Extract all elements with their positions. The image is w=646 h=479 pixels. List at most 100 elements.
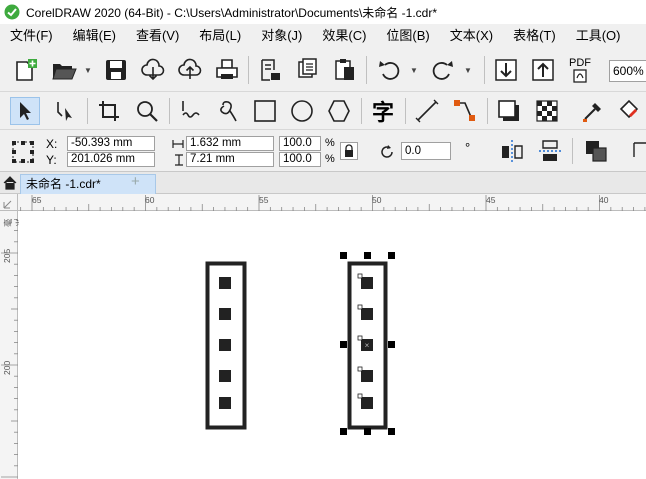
home-icon[interactable]	[3, 176, 17, 190]
drawing-canvas[interactable]: ×	[19, 211, 646, 479]
window-title: CorelDRAW 2020 (64-Bit) - C:\Users\Admin…	[26, 5, 437, 20]
menu-bitmaps[interactable]: 位图(B)	[376, 25, 439, 47]
mirror-horizontal-button[interactable]	[498, 138, 526, 164]
scale-width-field[interactable]: 100.0	[279, 136, 321, 151]
new-document-button[interactable]	[12, 57, 40, 83]
left-square[interactable]	[219, 370, 231, 382]
height-field[interactable]: 7.21 mm	[186, 152, 274, 167]
toolbar-separator	[405, 98, 406, 124]
y-position-field[interactable]: 201.026 mm	[67, 152, 155, 167]
export-arrow-button[interactable]	[529, 57, 557, 83]
freehand-tool-button[interactable]	[176, 97, 206, 125]
selection-handle-left[interactable]	[340, 341, 347, 348]
rotation-angle-field[interactable]: 0.0	[401, 142, 451, 160]
left-square[interactable]	[219, 277, 231, 289]
combine-objects-button[interactable]	[624, 138, 646, 164]
shape-tool-button[interactable]	[50, 97, 80, 125]
horizontal-ruler[interactable]: 65 60 55 50 45 40	[18, 194, 646, 211]
cloud-download-icon	[141, 58, 165, 81]
undo-dropdown-icon[interactable]: ▼	[410, 66, 418, 75]
eyedropper-tool-button[interactable]	[578, 97, 608, 125]
parallel-dimension-tool-button[interactable]	[412, 97, 442, 125]
polygon-tool-button[interactable]	[324, 97, 354, 125]
cloud-upload-button[interactable]	[176, 57, 204, 83]
degree-unit: °	[465, 140, 471, 155]
ruler-label: 65	[32, 195, 42, 205]
print-button[interactable]	[213, 57, 241, 83]
zoom-level-field[interactable]: 600%	[609, 60, 646, 82]
document-tab-label: 未命名 -1.cdr*	[26, 177, 101, 191]
right-square[interactable]	[361, 370, 373, 382]
redo-button[interactable]	[428, 57, 458, 83]
save-button[interactable]	[102, 57, 130, 83]
rectangle-tool-button[interactable]	[250, 97, 280, 125]
redo-dropdown-icon[interactable]: ▼	[464, 66, 472, 75]
ruler-label: 60	[145, 195, 155, 205]
node-marker[interactable]	[357, 335, 363, 341]
group-objects-button[interactable]	[582, 138, 610, 164]
selection-handle-right[interactable]	[388, 341, 395, 348]
cloud-download-button[interactable]	[139, 57, 167, 83]
vertical-ruler[interactable]: 205 200 毫米	[0, 211, 25, 479]
connector-tool-button[interactable]	[450, 97, 480, 125]
menu-view[interactable]: 查看(V)	[126, 25, 189, 47]
ruler-corner[interactable]	[0, 194, 18, 211]
right-square[interactable]	[361, 277, 373, 289]
left-rectangle-group[interactable]	[205, 261, 247, 430]
interactive-fill-tool-button[interactable]	[614, 97, 646, 125]
undo-button[interactable]	[374, 57, 404, 83]
left-square[interactable]	[219, 308, 231, 320]
open-dropdown-icon[interactable]: ▼	[84, 66, 92, 75]
shape-node-icon	[57, 102, 72, 121]
menu-effects[interactable]: 效果(C)	[312, 25, 376, 47]
lock-ratio-button[interactable]	[340, 142, 358, 160]
x-position-field[interactable]: -50.393 mm	[67, 136, 155, 151]
drop-shadow-tool-button[interactable]	[494, 97, 524, 125]
import-button[interactable]	[256, 57, 284, 83]
left-square[interactable]	[219, 339, 231, 351]
pick-tool-button[interactable]	[10, 97, 40, 125]
clipboard-button[interactable]	[331, 57, 359, 83]
right-square[interactable]	[361, 397, 373, 409]
mirror-vertical-button[interactable]	[536, 138, 564, 164]
selection-handle-top-right[interactable]	[388, 252, 395, 259]
menu-edit[interactable]: 编辑(E)	[63, 25, 126, 47]
selection-handle-top[interactable]	[364, 252, 371, 259]
new-document-icon	[16, 59, 37, 81]
ellipse-tool-button[interactable]	[287, 97, 317, 125]
object-origin-button[interactable]	[10, 139, 36, 165]
scale-height-field[interactable]: 100.0	[279, 152, 321, 167]
zoom-tool-button[interactable]	[132, 97, 162, 125]
selection-handle-top-left[interactable]	[340, 252, 347, 259]
menu-object[interactable]: 对象(J)	[251, 25, 312, 47]
node-marker[interactable]	[357, 393, 363, 399]
right-square[interactable]	[361, 308, 373, 320]
selection-handle-bottom-right[interactable]	[388, 428, 395, 435]
cloud-upload-icon	[178, 58, 202, 79]
text-tool-button[interactable]: 字	[368, 97, 398, 125]
ruler-label: 45	[486, 195, 496, 205]
export-button[interactable]	[293, 57, 321, 83]
open-button[interactable]	[49, 57, 79, 83]
node-marker[interactable]	[357, 366, 363, 372]
menu-table[interactable]: 表格(T)	[503, 25, 566, 47]
right-rectangle-group[interactable]: ×	[347, 261, 388, 430]
menu-tools[interactable]: 工具(O)	[566, 25, 631, 47]
artistic-media-tool-button[interactable]	[214, 97, 244, 125]
publish-pdf-button[interactable]: PDF	[565, 54, 595, 86]
transparency-tool-button[interactable]	[532, 97, 562, 125]
selection-handle-bottom-left[interactable]	[340, 428, 347, 435]
import-arrow-button[interactable]	[492, 57, 520, 83]
crop-tool-button[interactable]	[94, 97, 124, 125]
pick-arrow-icon	[20, 102, 31, 120]
ruler-label: 50	[372, 195, 382, 205]
left-square[interactable]	[219, 397, 231, 409]
new-tab-button[interactable]: +	[131, 173, 140, 190]
node-marker[interactable]	[357, 273, 363, 279]
selection-handle-bottom[interactable]	[364, 428, 371, 435]
menu-text[interactable]: 文本(X)	[440, 25, 503, 47]
menu-file[interactable]: 文件(F)	[0, 25, 63, 47]
width-field[interactable]: 1.632 mm	[186, 136, 274, 151]
menu-layout[interactable]: 布局(L)	[189, 25, 251, 47]
node-marker[interactable]	[357, 304, 363, 310]
